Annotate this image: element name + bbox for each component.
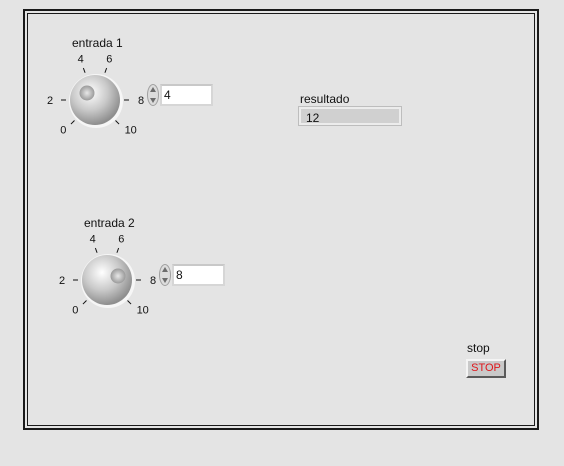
knob2-tick-label: 6 [118, 234, 124, 246]
knob1-tick-label: 0 [60, 125, 66, 137]
stop-button[interactable]: STOP [466, 359, 506, 378]
knob2-tick-mark [116, 247, 120, 253]
knob2-tick-label: 8 [150, 275, 156, 287]
knob2-spinner-icon[interactable] [159, 264, 171, 286]
knob2-label: entrada 2 [84, 216, 135, 230]
knob2-svg[interactable]: 0 2 4 6 8 10 [58, 234, 158, 326]
knob2-pointer-dimple [110, 268, 126, 284]
knob1-tick-mark [115, 120, 120, 125]
knob1-tick-label: 6 [106, 54, 112, 66]
knob1-tick-label: 10 [125, 125, 137, 137]
stop-label: stop [467, 341, 490, 355]
knob2-body[interactable] [82, 255, 132, 305]
knob1-tick-label: 8 [138, 95, 144, 107]
knob1-tick-label: 4 [78, 54, 84, 66]
knob2-tick-label: 4 [90, 234, 96, 246]
knob1-tick-mark [82, 67, 86, 73]
knob2-tick-mark [82, 300, 87, 305]
result-label: resultado [300, 92, 350, 106]
knob1-tick-mark [104, 67, 108, 73]
knob1-control[interactable]: 0 2 4 6 8 10 [46, 54, 146, 146]
result-indicator: 12 [298, 106, 402, 126]
knob1-tick-label: 2 [47, 95, 53, 107]
knob1-spinner-icon[interactable] [147, 84, 159, 106]
knob2-tick-mark [127, 300, 132, 305]
knob2-tick-mark [94, 247, 98, 253]
knob1-label: entrada 1 [72, 36, 123, 50]
knob1-pointer-dimple [79, 85, 95, 101]
knob1-svg[interactable]: 0 2 4 6 8 10 [46, 54, 146, 146]
knob2-tick-label: 10 [137, 305, 149, 317]
knob2-tick-label: 0 [72, 305, 78, 317]
knob1-body[interactable] [70, 75, 120, 125]
knob1-tick-mark [70, 120, 75, 125]
knob2-tick-label: 2 [59, 275, 65, 287]
knob2-control[interactable]: 0 2 4 6 8 10 [58, 234, 158, 326]
knob2-value-input[interactable]: 8 [172, 264, 225, 286]
knob1-value-input[interactable]: 4 [160, 84, 213, 106]
